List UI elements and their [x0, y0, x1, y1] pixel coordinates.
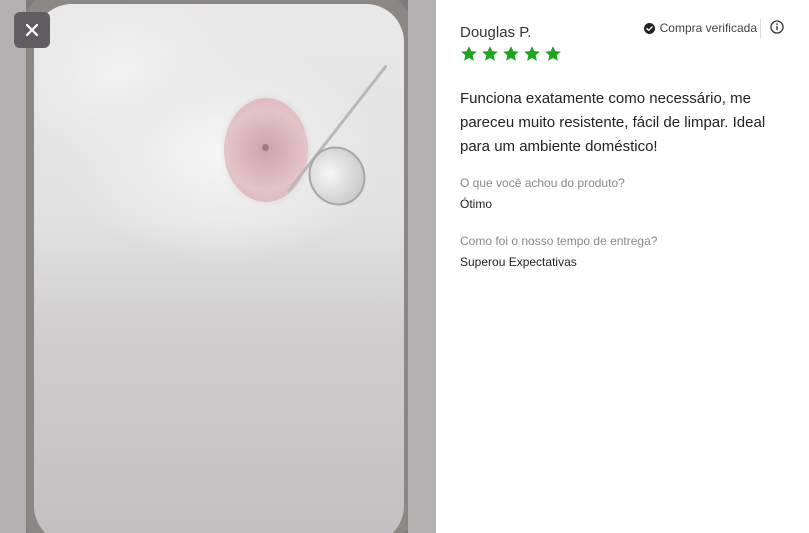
review-details: Douglas P. Compra verificada Funciona ex…: [460, 0, 795, 533]
close-button[interactable]: [14, 12, 50, 48]
star-icon: [461, 46, 477, 61]
verified-label: Compra verificada: [659, 21, 757, 35]
review-text: Funciona exatamente como necessário, me …: [460, 90, 766, 155]
verified-purchase-badge: Compra verificada: [643, 21, 757, 35]
question-answer-delivery: Superou Expectativas: [460, 255, 577, 269]
question-label-delivery: Como foi o nosso tempo de entrega?: [460, 234, 658, 248]
review-photo: [26, 0, 408, 533]
review-photo-viewer: [0, 0, 436, 533]
question-answer-product: Ótimo: [460, 197, 493, 211]
close-icon: [25, 23, 39, 37]
info-button[interactable]: [769, 20, 785, 36]
foam: [34, 4, 404, 533]
star-icon: [545, 46, 561, 61]
question-label-product: O que você achou do produto?: [460, 176, 625, 190]
star-rating: [460, 45, 562, 63]
sink-drain: [224, 98, 308, 202]
star-icon: [482, 46, 498, 61]
star-icon: [503, 46, 519, 61]
star-icon: [524, 46, 540, 61]
info-icon: [770, 20, 784, 34]
header-divider: [760, 19, 761, 39]
review-author: Douglas P.: [460, 24, 532, 41]
check-circle-icon: [643, 22, 655, 34]
